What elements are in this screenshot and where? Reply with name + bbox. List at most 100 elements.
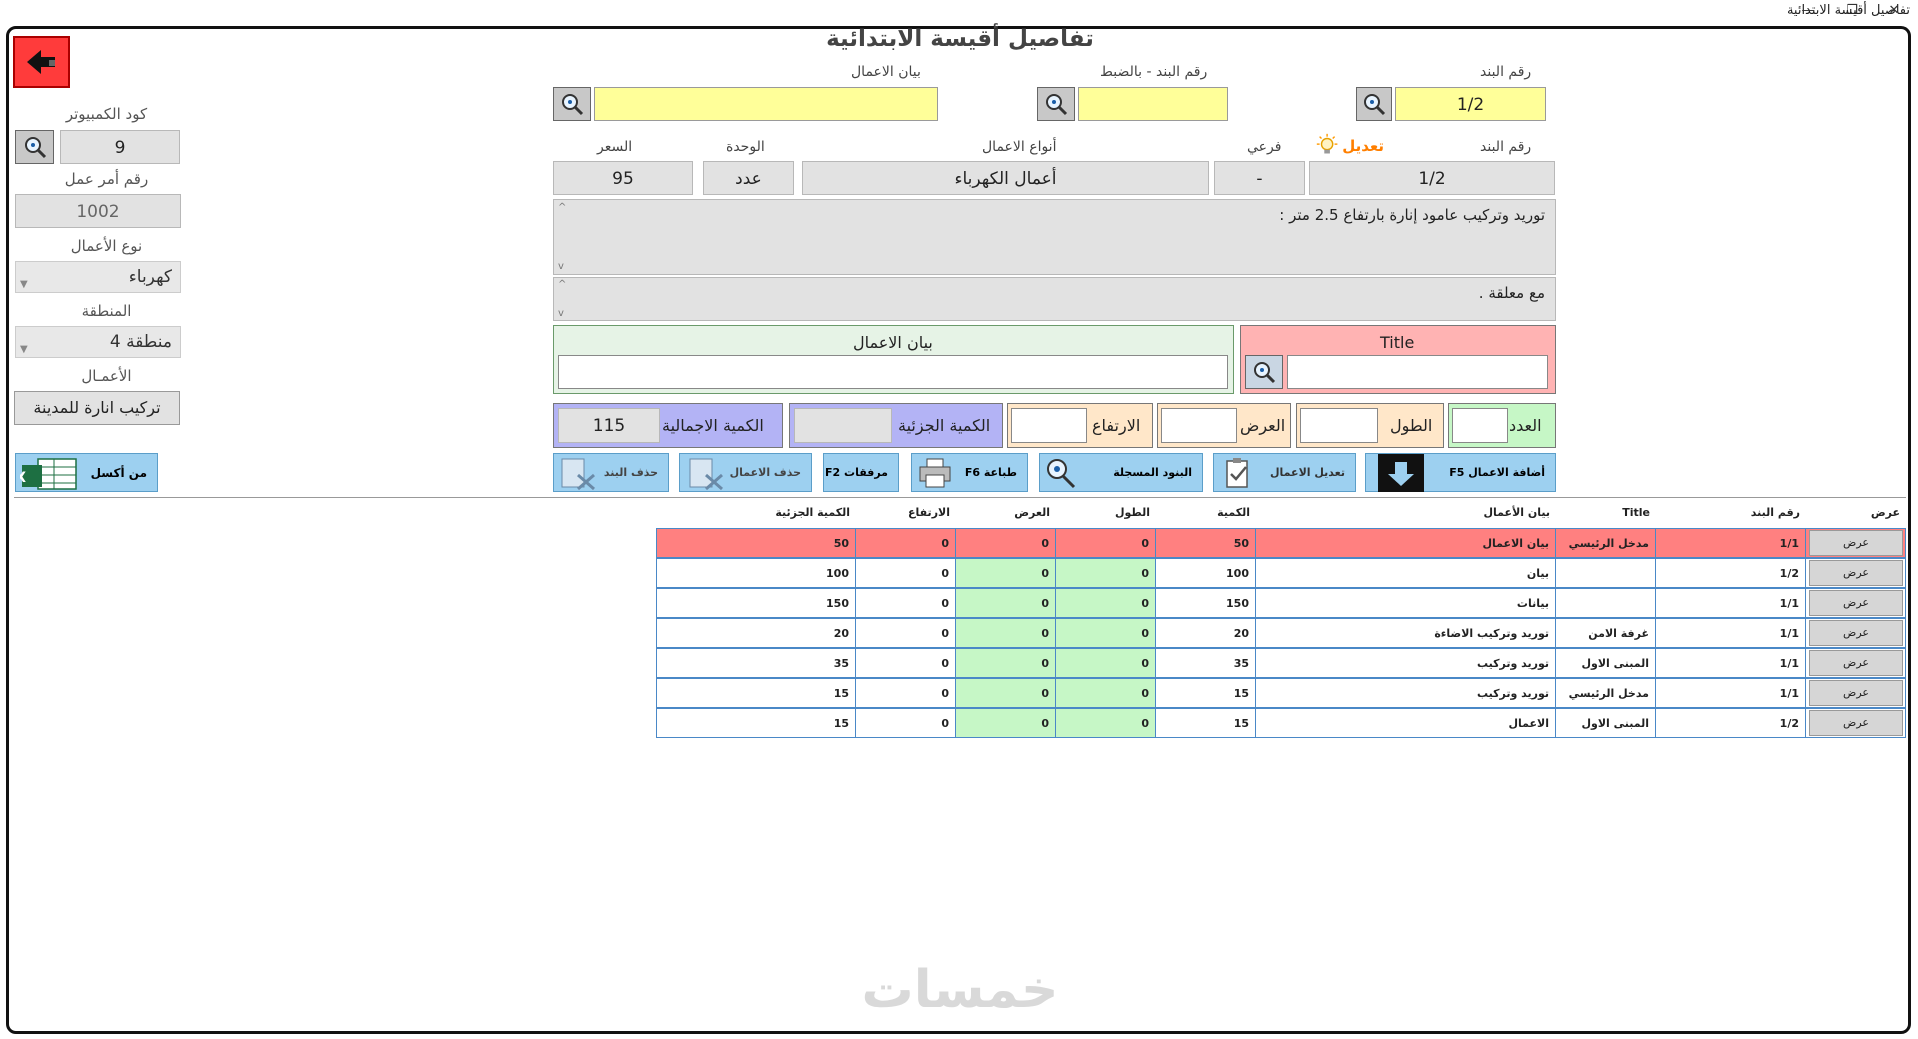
work-types-field[interactable]: أعمال الكهرباء (802, 161, 1209, 195)
close-button[interactable]: ✕ (1876, 1, 1912, 21)
work-order-input[interactable]: 1002 (15, 194, 181, 228)
cell-part: 100 (656, 558, 856, 588)
cell-desc: توريد وتركيب (1256, 678, 1556, 708)
exact-item-search-button[interactable] (1037, 87, 1075, 121)
attachments-label: مرفقات F2 (825, 466, 888, 479)
partial-qty-input[interactable] (794, 408, 892, 443)
work-type-value: كهرباء (128, 267, 172, 287)
region-value: منطقة 4 (109, 332, 172, 352)
registered-items-button[interactable]: البنود المسجلة (1039, 453, 1203, 492)
sub-field[interactable]: - (1214, 161, 1305, 195)
work-type-select[interactable]: كهرباء ▼ (15, 261, 181, 293)
cell-wid: 0 (956, 618, 1056, 648)
add-works-label: أضافة الاعمال F5 (1449, 466, 1545, 479)
item-no-search-input[interactable]: 1/2 (1395, 87, 1546, 121)
view-row-button[interactable]: عرض (1809, 560, 1903, 586)
detail-item-no-field[interactable]: 1/2 (1309, 161, 1555, 195)
cell-qty: 15 (1156, 708, 1256, 738)
title-search-button[interactable] (1245, 355, 1283, 389)
item-no-search-button[interactable] (1356, 87, 1392, 121)
back-button[interactable] (13, 36, 70, 88)
price-field[interactable]: 95 (553, 161, 693, 195)
detail-item-no-label: رقم البند (1480, 139, 1532, 155)
cell-item: 1/1 (1656, 528, 1806, 558)
table-row[interactable]: 50 0 0 0 50 بيان الاعمال مدخل الرئيسي 1/1 عرض (656, 528, 1906, 558)
import-excel-button[interactable]: من أكسل X (15, 453, 158, 492)
total-qty-input[interactable]: 115 (558, 408, 660, 443)
printer-icon (918, 457, 952, 492)
table-row[interactable]: 35 0 0 0 35 توريد وتركيب المبنى الاول 1/1 عرض (656, 648, 1906, 678)
download-arrow-icon (1378, 454, 1424, 495)
view-row-button[interactable]: عرض (1809, 530, 1903, 556)
table-row[interactable]: 100 0 0 0 100 بيان 1/2 عرض (656, 558, 1906, 588)
edit-link[interactable]: تعديل (1314, 132, 1384, 160)
cell-title: المبنى الاول (1556, 708, 1656, 738)
length-input[interactable] (1300, 408, 1378, 443)
cell-hei: 0 (856, 558, 956, 588)
title-panel-label: Title (1380, 333, 1415, 352)
description2-textarea[interactable]: مع معلقة . ^ v (553, 277, 1556, 321)
width-label: العرض (1240, 416, 1286, 435)
description-text: توريد وتركيب عامود إنارة بارتفاع 2.5 متر… (1279, 206, 1545, 224)
cell-item: 1/1 (1656, 648, 1806, 678)
region-select[interactable]: منطقة 4 ▼ (15, 326, 181, 358)
unit-label: الوحدة (726, 139, 765, 155)
delete-works-button[interactable]: حذف الاعمال (679, 453, 812, 492)
table-row[interactable]: 15 0 0 0 15 الاعمال المبنى الاول 1/2 عرض (656, 708, 1906, 738)
minimize-button[interactable]: — (1790, 1, 1826, 21)
exact-item-input[interactable] (1078, 87, 1228, 121)
print-button[interactable]: طباعة F6 (911, 453, 1028, 492)
delete-doc-icon (558, 457, 598, 494)
svg-text:X: X (20, 470, 26, 486)
view-row-button[interactable]: عرض (1809, 710, 1903, 736)
back-arrow-icon (26, 50, 55, 74)
scroll-up-icon[interactable]: ^ (558, 202, 566, 213)
works-desc-search-input[interactable] (594, 87, 938, 121)
table-row[interactable]: 20 0 0 0 20 توريد وتركيب الاضاءة غرفة الامن 1/1… (656, 618, 1906, 648)
cell-desc: بيانات (1256, 588, 1556, 618)
width-input[interactable] (1161, 408, 1237, 443)
cell-wid: 0 (956, 648, 1056, 678)
computer-code-input[interactable]: 9 (60, 130, 180, 164)
delete-works-label: حذف الاعمال (729, 466, 801, 479)
cell-item: 1/1 (1656, 588, 1806, 618)
magnifier-icon (1046, 94, 1068, 116)
watermark-logo: خمسات (861, 960, 1059, 1020)
scroll-down-icon[interactable]: v (558, 308, 564, 319)
works-desc-search-button[interactable] (553, 87, 591, 121)
edit-works-button[interactable]: تعديل الاعمال (1213, 453, 1356, 492)
view-row-button[interactable]: عرض (1809, 680, 1903, 706)
works-desc-input[interactable] (558, 355, 1228, 389)
delete-item-button[interactable]: حذف البند (553, 453, 669, 492)
table-row[interactable]: 15 0 0 0 15 توريد وتركيب مدخل الرئيسي 1/1 عرض (656, 678, 1906, 708)
col-header-desc: بيان الأعمال (1483, 506, 1551, 519)
col-header-view: عرض (1870, 506, 1900, 519)
height-input[interactable] (1011, 408, 1087, 443)
cell-wid: 0 (956, 558, 1056, 588)
cell-item: 1/2 (1656, 708, 1806, 738)
view-row-button[interactable]: عرض (1809, 620, 1903, 646)
magnifier-icon (1044, 457, 1078, 492)
scroll-up-icon[interactable]: ^ (558, 279, 566, 290)
table-row[interactable]: 150 0 0 0 150 بيانات 1/1 عرض (656, 588, 1906, 618)
works-input[interactable]: تركيب انارة للمدينة (14, 391, 180, 425)
cell-item: 1/1 (1656, 678, 1806, 708)
scroll-down-icon[interactable]: v (558, 261, 564, 272)
col-header-height: الارتفاع (908, 506, 950, 519)
view-row-button[interactable]: عرض (1809, 650, 1903, 676)
title-input[interactable] (1287, 355, 1548, 389)
computer-code-search-button[interactable] (15, 130, 54, 164)
cell-wid: 0 (956, 588, 1056, 618)
unit-field[interactable]: عدد (703, 161, 794, 195)
cell-title: مدخل الرئيسي (1556, 528, 1656, 558)
print-label: طباعة F6 (964, 466, 1017, 479)
view-row-button[interactable]: عرض (1809, 590, 1903, 616)
maximize-button[interactable]: ❐ (1834, 1, 1870, 21)
attachments-button[interactable]: مرفقات F2 (823, 453, 899, 492)
add-works-button[interactable]: أضافة الاعمال F5 (1365, 453, 1556, 492)
cell-title (1556, 558, 1656, 588)
description-textarea[interactable]: توريد وتركيب عامود إنارة بارتفاع 2.5 متر… (553, 199, 1556, 275)
cell-len: 0 (1056, 678, 1156, 708)
col-header-partial: الكمية الجزئية (775, 506, 850, 519)
count-input[interactable] (1452, 408, 1508, 443)
